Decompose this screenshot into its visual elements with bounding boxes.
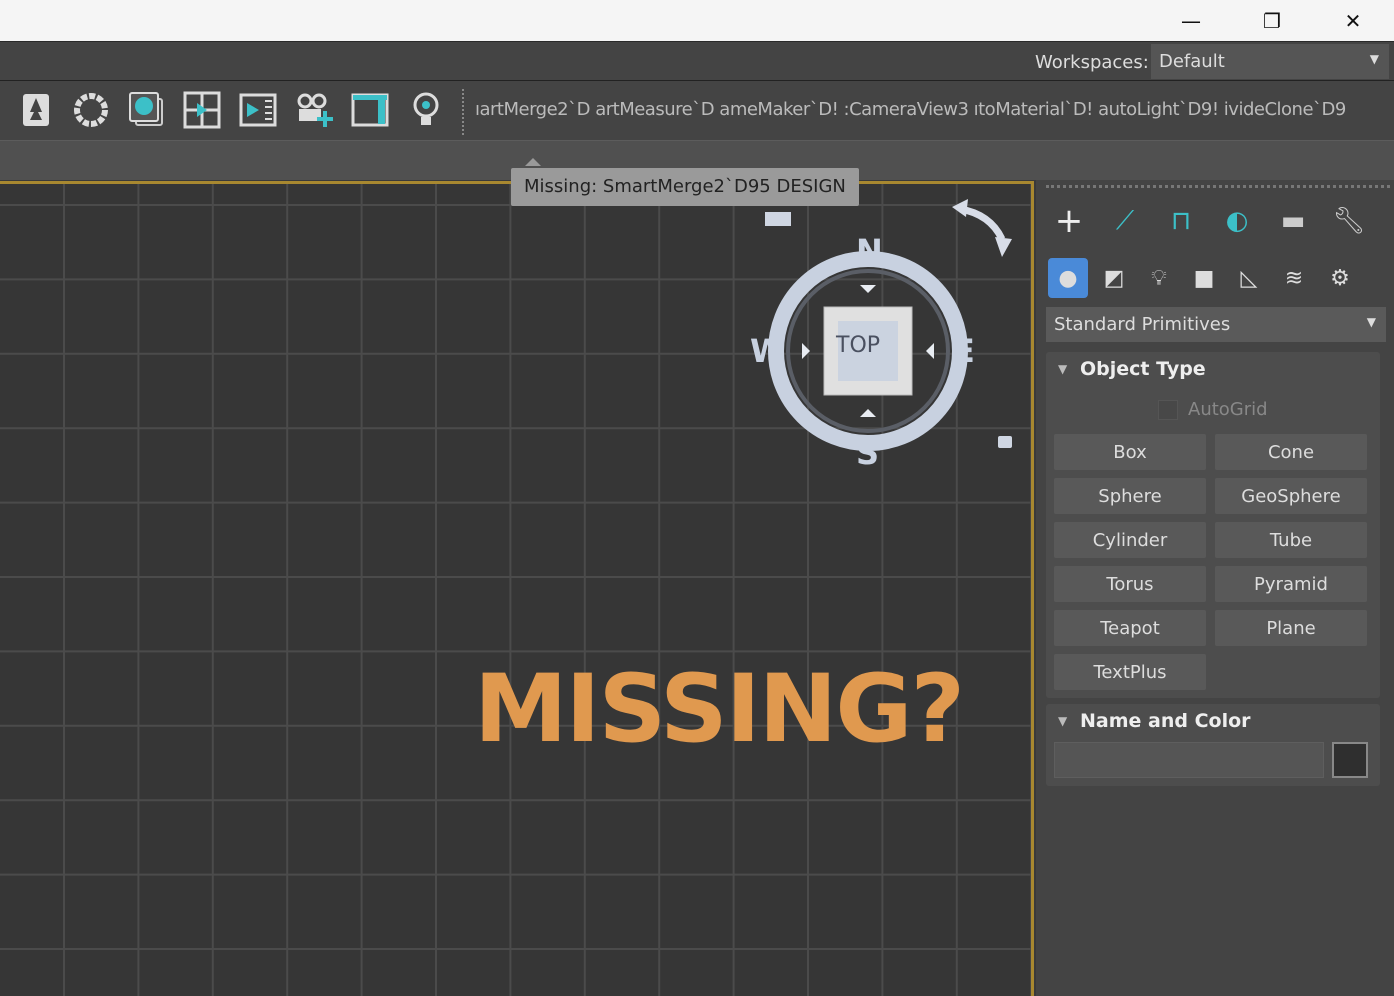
compass-east: E xyxy=(953,332,975,370)
chevron-down-icon: ▼ xyxy=(1366,315,1376,329)
create-cone-button[interactable]: Cone xyxy=(1215,434,1367,470)
create-geosphere-button[interactable]: GeoSphere xyxy=(1215,478,1367,514)
object-name-input[interactable] xyxy=(1054,742,1324,778)
spacewarps-icon[interactable]: ≋ xyxy=(1274,258,1314,298)
create-textplus-button[interactable]: TextPlus xyxy=(1054,654,1206,690)
script-buttons[interactable]: ıartMerge2`D artMeasure`D ameMaker`D! :C… xyxy=(475,99,1346,120)
tree-icon[interactable] xyxy=(17,91,55,129)
category-dropdown[interactable]: Standard Primitives ▼ xyxy=(1046,307,1386,342)
material-icon[interactable] xyxy=(128,91,166,129)
helpers-icon[interactable]: ◺ xyxy=(1229,258,1269,298)
object-type-title[interactable]: Object Type xyxy=(1080,358,1206,380)
minimize-button[interactable]: — xyxy=(1151,0,1231,41)
create-plane-button[interactable]: Plane xyxy=(1215,610,1367,646)
lights-icon[interactable]: 💡︎ xyxy=(1139,258,1179,298)
systems-icon[interactable]: ⚙ xyxy=(1320,258,1360,298)
create-torus-button[interactable]: Torus xyxy=(1054,566,1206,602)
chevron-down-icon: ▼ xyxy=(1369,52,1379,66)
workspaces-value: Default xyxy=(1159,51,1225,72)
command-panel: + ⟋ ⊓ ◐ ▬ 🔧︎ ● ◩ 💡︎ ■ ◺ ≋ ⚙ Standard Pri… xyxy=(1036,180,1394,996)
top-viewport[interactable]: TOP N S E W xyxy=(0,181,1034,996)
autogrid-checkbox[interactable] xyxy=(1158,400,1178,420)
display-tab-icon[interactable]: ▬ xyxy=(1268,198,1318,244)
missing-tooltip: Missing: SmartMerge2`D95 DESIGN xyxy=(511,158,859,206)
name-and-color-title[interactable]: Name and Color xyxy=(1080,710,1251,732)
motion-tab-icon[interactable]: ◐ xyxy=(1212,198,1262,244)
create-teapot-button[interactable]: Teapot xyxy=(1054,610,1206,646)
render-frame-icon[interactable] xyxy=(239,91,277,129)
workspaces-dropdown[interactable]: Default ▼ xyxy=(1151,44,1389,79)
shapes-icon[interactable]: ◩ xyxy=(1094,258,1134,298)
cameras-icon[interactable]: ■ xyxy=(1184,258,1224,298)
panel-layout-icon[interactable] xyxy=(351,91,389,129)
create-box-button[interactable]: Box xyxy=(1054,434,1206,470)
category-value: Standard Primitives xyxy=(1054,314,1231,335)
lightbulb-icon[interactable] xyxy=(407,91,445,129)
utilities-tab-wrench-icon[interactable]: 🔧︎ xyxy=(1324,198,1374,244)
workspace-bar: Workspaces: Default ▼ xyxy=(0,41,1394,80)
hierarchy-tab-icon[interactable]: ⊓ xyxy=(1156,198,1206,244)
compass-south: S xyxy=(856,434,880,472)
object-color-swatch[interactable] xyxy=(1332,742,1368,778)
workspaces-label: Workspaces: xyxy=(1035,52,1149,73)
gear-icon[interactable] xyxy=(72,91,110,129)
create-cylinder-button[interactable]: Cylinder xyxy=(1054,522,1206,558)
viewcube-face-top[interactable]: TOP xyxy=(836,333,880,358)
create-pyramid-button[interactable]: Pyramid xyxy=(1215,566,1367,602)
camera-add-icon[interactable] xyxy=(295,91,333,129)
create-tab-plus-icon[interactable]: + xyxy=(1044,198,1094,244)
name-and-color-rollout: ▼ Name and Color xyxy=(1046,704,1380,786)
collapse-triangle-icon[interactable]: ▼ xyxy=(1058,714,1067,728)
create-tube-button[interactable]: Tube xyxy=(1215,522,1367,558)
panel-grip[interactable] xyxy=(1046,185,1390,188)
toolbar-separator xyxy=(462,89,464,135)
create-sphere-button[interactable]: Sphere xyxy=(1054,478,1206,514)
missing-overlay-text: MISSING? xyxy=(474,655,965,764)
collapse-triangle-icon[interactable]: ▼ xyxy=(1058,362,1067,376)
object-type-rollout: ▼ Object Type AutoGrid Box Cone Sphere GeoS… xyxy=(1046,352,1380,698)
compass-north: N xyxy=(856,232,883,270)
autogrid-label: AutoGrid xyxy=(1188,399,1268,420)
restore-button[interactable]: ❐ xyxy=(1232,0,1312,41)
close-button[interactable]: ✕ xyxy=(1313,0,1393,41)
title-bar: — ❐ ✕ xyxy=(0,0,1394,41)
viewport-layout-icon[interactable] xyxy=(183,91,221,129)
modify-tab-icon[interactable]: ⟋ xyxy=(1100,198,1150,244)
compass-west: W xyxy=(750,332,786,370)
main-toolbar: ıartMerge2`D artMeasure`D ameMaker`D! :C… xyxy=(0,80,1394,140)
geometry-sphere-icon[interactable]: ● xyxy=(1048,258,1088,298)
